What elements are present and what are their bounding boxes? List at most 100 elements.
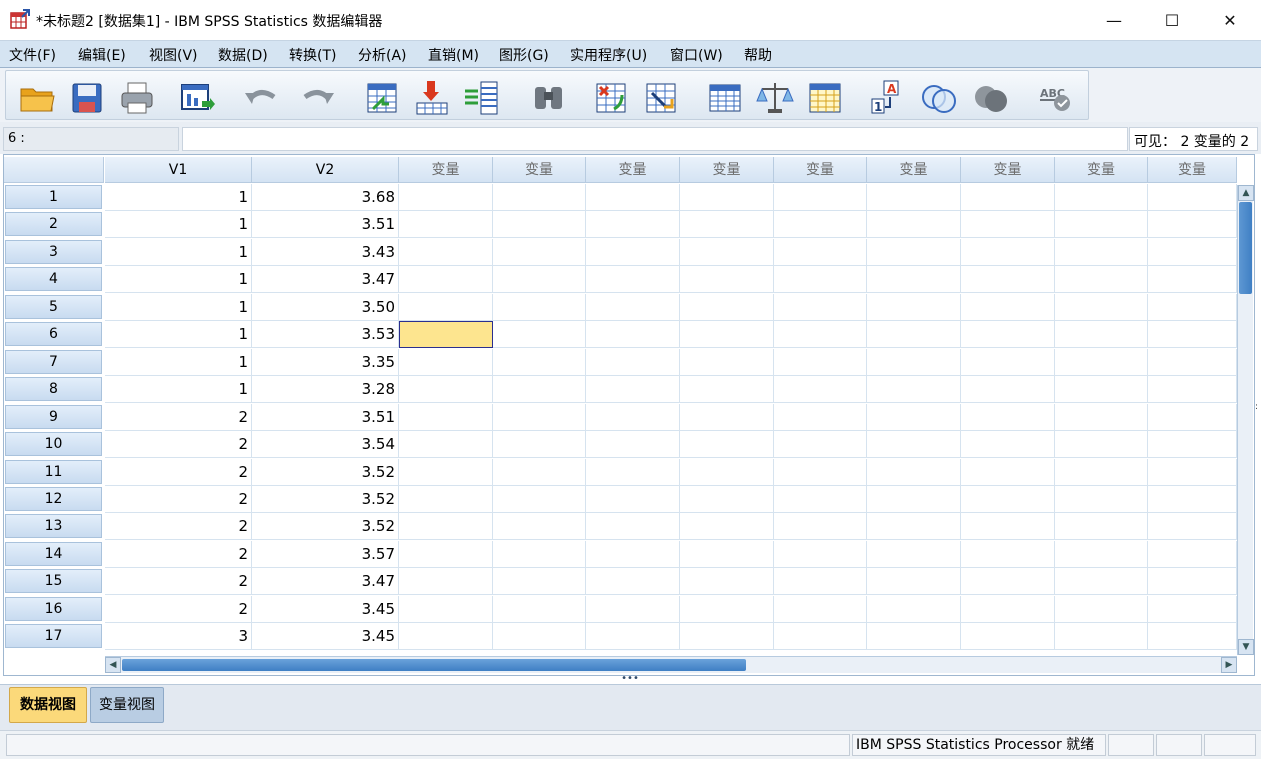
- pane-splitter-icon[interactable]: •••: [620, 674, 640, 684]
- horizontal-scroll-thumb[interactable]: [122, 659, 746, 671]
- row-header[interactable]: 16: [5, 597, 102, 621]
- data-cell-v2[interactable]: 3.52: [252, 459, 399, 486]
- row-header[interactable]: 10: [5, 432, 102, 456]
- empty-cell[interactable]: [586, 211, 680, 238]
- empty-cell[interactable]: [867, 211, 961, 238]
- data-cell-v1[interactable]: 2: [105, 541, 252, 568]
- column-header-empty-variable[interactable]: 变量: [961, 157, 1055, 183]
- empty-cell[interactable]: [867, 459, 961, 486]
- menu-data[interactable]: 数据(D): [218, 45, 268, 65]
- empty-cell[interactable]: [493, 541, 586, 568]
- empty-cell[interactable]: [399, 239, 493, 266]
- empty-cell[interactable]: [399, 486, 493, 513]
- empty-cell[interactable]: [399, 211, 493, 238]
- empty-cell[interactable]: [1055, 431, 1148, 458]
- empty-cell[interactable]: [493, 294, 586, 321]
- tab-data-view[interactable]: 数据视图: [9, 687, 87, 723]
- data-cell-v1[interactable]: 2: [105, 459, 252, 486]
- data-cell-v1[interactable]: 2: [105, 596, 252, 623]
- empty-cell[interactable]: [586, 376, 680, 403]
- empty-cell[interactable]: [586, 266, 680, 293]
- row-header[interactable]: 14: [5, 542, 102, 566]
- empty-cell[interactable]: [961, 239, 1055, 266]
- empty-cell[interactable]: [680, 184, 774, 211]
- empty-cell[interactable]: [961, 513, 1055, 540]
- empty-cell[interactable]: [1148, 513, 1237, 540]
- column-header-empty-variable[interactable]: 变量: [1055, 157, 1148, 183]
- redo-icon[interactable]: [299, 79, 337, 117]
- empty-cell[interactable]: [1148, 623, 1237, 650]
- empty-cell[interactable]: [680, 376, 774, 403]
- empty-cell[interactable]: [961, 376, 1055, 403]
- empty-cell[interactable]: [867, 376, 961, 403]
- data-cell-v1[interactable]: 1: [105, 184, 252, 211]
- empty-cell[interactable]: [867, 294, 961, 321]
- row-header[interactable]: 6: [5, 322, 102, 346]
- empty-cell[interactable]: [399, 541, 493, 568]
- minimize-button[interactable]: —: [1085, 0, 1143, 40]
- empty-cell[interactable]: [1055, 376, 1148, 403]
- selected-cell[interactable]: [399, 321, 493, 348]
- column-header-empty-variable[interactable]: 变量: [1148, 157, 1237, 183]
- empty-cell[interactable]: [399, 266, 493, 293]
- print-icon[interactable]: [118, 79, 156, 117]
- cell-value-input[interactable]: [182, 127, 1128, 151]
- column-header-empty-variable[interactable]: 变量: [399, 157, 493, 183]
- row-header[interactable]: 17: [5, 624, 102, 648]
- vertical-scroll-thumb[interactable]: [1239, 202, 1252, 294]
- empty-cell[interactable]: [867, 541, 961, 568]
- empty-cell[interactable]: [399, 513, 493, 540]
- empty-cell[interactable]: [680, 513, 774, 540]
- empty-cell[interactable]: [586, 459, 680, 486]
- empty-cell[interactable]: [493, 184, 586, 211]
- row-header[interactable]: 1: [5, 185, 102, 209]
- insert-variable-icon[interactable]: [642, 79, 680, 117]
- empty-cell[interactable]: [586, 321, 680, 348]
- empty-cell[interactable]: [961, 596, 1055, 623]
- data-cell-v1[interactable]: 1: [105, 349, 252, 376]
- empty-cell[interactable]: [774, 459, 867, 486]
- empty-cell[interactable]: [1055, 486, 1148, 513]
- data-cell-v2[interactable]: 3.47: [252, 568, 399, 595]
- empty-cell[interactable]: [680, 266, 774, 293]
- row-header[interactable]: 5: [5, 295, 102, 319]
- data-cell-v1[interactable]: 1: [105, 294, 252, 321]
- empty-cell[interactable]: [774, 404, 867, 431]
- empty-cell[interactable]: [961, 404, 1055, 431]
- row-header[interactable]: 8: [5, 377, 102, 401]
- empty-cell[interactable]: [1148, 321, 1237, 348]
- row-header[interactable]: 2: [5, 212, 102, 236]
- empty-cell[interactable]: [586, 431, 680, 458]
- data-cell-v1[interactable]: 2: [105, 404, 252, 431]
- data-cell-v2[interactable]: 3.28: [252, 376, 399, 403]
- empty-cell[interactable]: [1055, 184, 1148, 211]
- empty-cell[interactable]: [680, 239, 774, 266]
- empty-cell[interactable]: [1148, 568, 1237, 595]
- empty-cell[interactable]: [961, 431, 1055, 458]
- show-all-variables-icon[interactable]: [972, 79, 1010, 117]
- data-cell-v1[interactable]: 1: [105, 376, 252, 403]
- empty-cell[interactable]: [774, 266, 867, 293]
- empty-cell[interactable]: [399, 404, 493, 431]
- empty-cell[interactable]: [680, 349, 774, 376]
- empty-cell[interactable]: [493, 623, 586, 650]
- empty-cell[interactable]: [1148, 294, 1237, 321]
- menu-edit[interactable]: 编辑(E): [78, 45, 126, 65]
- data-cell-v1[interactable]: 2: [105, 568, 252, 595]
- empty-cell[interactable]: [867, 623, 961, 650]
- empty-cell[interactable]: [961, 486, 1055, 513]
- data-cell-v1[interactable]: 1: [105, 211, 252, 238]
- empty-cell[interactable]: [867, 404, 961, 431]
- data-cell-v1[interactable]: 3: [105, 623, 252, 650]
- data-cell-v2[interactable]: 3.68: [252, 184, 399, 211]
- close-button[interactable]: ✕: [1201, 0, 1259, 40]
- empty-cell[interactable]: [399, 459, 493, 486]
- column-header-empty-variable[interactable]: 变量: [586, 157, 680, 183]
- maximize-button[interactable]: ☐: [1143, 0, 1201, 40]
- empty-cell[interactable]: [961, 459, 1055, 486]
- empty-cell[interactable]: [774, 239, 867, 266]
- scroll-down-icon[interactable]: ▼: [1238, 639, 1254, 655]
- row-header[interactable]: 4: [5, 267, 102, 291]
- data-cell-v2[interactable]: 3.52: [252, 486, 399, 513]
- empty-cell[interactable]: [493, 321, 586, 348]
